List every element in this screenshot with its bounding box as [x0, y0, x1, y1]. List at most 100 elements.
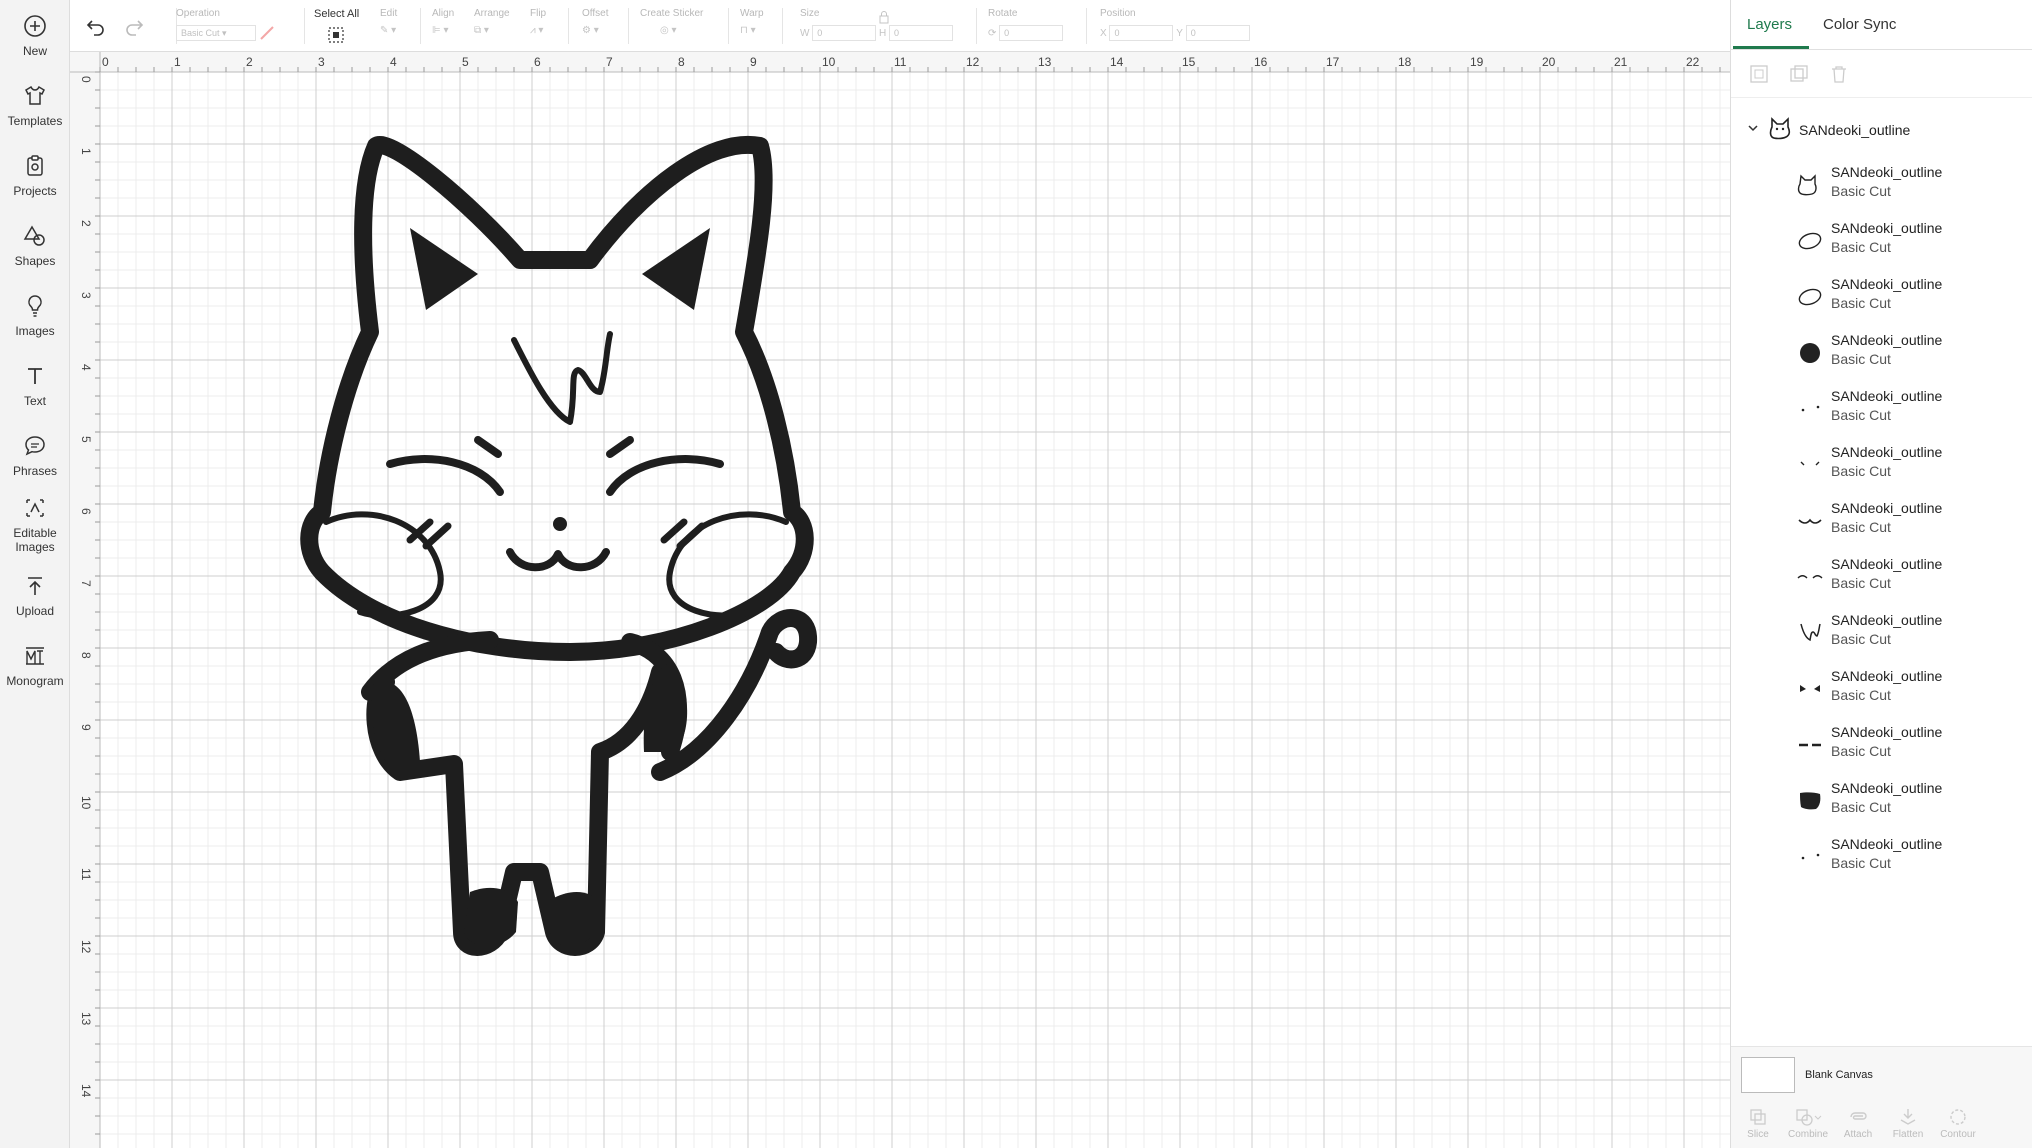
attach-button[interactable]: Attach: [1833, 1107, 1883, 1140]
layer-actions: [1731, 50, 2032, 98]
lock-icon[interactable]: [878, 10, 890, 24]
layer-row[interactable]: SANdeoki_outline Basic Cut: [1731, 438, 2032, 494]
sidebar-item-phrases[interactable]: Phrases: [0, 434, 70, 478]
sidebar-item-text[interactable]: Text: [0, 364, 70, 408]
arrange-icon: ⧉ ▾: [474, 25, 489, 36]
align-control[interactable]: Align ⊫ ▾: [432, 8, 454, 36]
cat-eye-right: [606, 455, 724, 496]
warp-control[interactable]: Warp ⊓ ▾: [740, 8, 764, 36]
size-h-value: 0: [894, 28, 900, 38]
pen-color-icon[interactable]: [259, 25, 277, 41]
sidebar-item-images[interactable]: Images: [0, 294, 70, 338]
group-name: SANdeoki_outline: [1799, 122, 1911, 138]
sidebar-item-label: Upload: [15, 604, 55, 618]
flatten-button[interactable]: Flatten: [1883, 1107, 1933, 1140]
layer-row[interactable]: SANdeoki_outline Basic Cut: [1731, 606, 2032, 662]
duplicate-icon[interactable]: [1789, 64, 1809, 84]
attach-icon: [1850, 1112, 1867, 1120]
bulb-icon: [28, 295, 42, 317]
sidebar-item-templates[interactable]: Templates: [0, 84, 70, 128]
slice-icon: [1750, 1109, 1766, 1125]
group-icon[interactable]: [1749, 64, 1769, 84]
select-all-icon: [328, 27, 344, 43]
toolbar-divider: [628, 8, 629, 44]
upload-icon: [28, 577, 42, 595]
contour-button[interactable]: Contour: [1933, 1107, 1983, 1140]
layer-row[interactable]: SANdeoki_outline Basic Cut: [1731, 494, 2032, 550]
sidebar-item-new[interactable]: New: [0, 14, 70, 58]
layer-row[interactable]: SANdeoki_outline Basic Cut: [1731, 774, 2032, 830]
layer-row[interactable]: SANdeoki_outline Basic Cut: [1731, 550, 2032, 606]
size-control[interactable]: Size W 0 H 0: [800, 8, 954, 41]
operation-select[interactable]: Basic Cut ▾: [176, 25, 256, 41]
cat-ear-inner-right: [642, 228, 710, 310]
cat-design[interactable]: [70, 52, 1730, 1148]
sidebar-item-projects[interactable]: Projects: [0, 154, 70, 198]
sidebar-item-monogram[interactable]: Monogram: [0, 644, 70, 688]
contour-label: Contour: [1940, 1129, 1976, 1140]
select-all-control[interactable]: Select All: [314, 8, 359, 47]
blank-canvas-label: Blank Canvas: [1805, 1069, 1873, 1081]
tab-color-sync[interactable]: Color Sync: [1823, 16, 1896, 33]
undo-icon[interactable]: [86, 18, 106, 36]
layer-name: SANdeoki_outline: [1831, 444, 1943, 460]
layer-row[interactable]: SANdeoki_outline Basic Cut: [1731, 326, 2032, 382]
clipboard-icon: [27, 155, 43, 176]
rotate-input[interactable]: 0: [999, 25, 1064, 41]
dots-icon: [1801, 853, 1820, 860]
layer-operation: Basic Cut: [1831, 855, 1891, 871]
layer-row[interactable]: SANdeoki_outline Basic Cut: [1731, 830, 2032, 886]
layer-name: SANdeoki_outline: [1831, 836, 1943, 852]
edit-control[interactable]: Edit ✎ ▾: [380, 8, 397, 36]
editable-image-icon: [26, 499, 44, 517]
layer-row[interactable]: SANdeoki_outline Basic Cut: [1731, 270, 2032, 326]
layer-row[interactable]: SANdeoki_outline Basic Cut: [1731, 158, 2032, 214]
size-h-label: H: [879, 28, 887, 39]
create-sticker-control[interactable]: Create Sticker ◎ ▾: [640, 8, 703, 36]
size-h-input[interactable]: 0: [889, 25, 954, 41]
sidebar-item-upload[interactable]: Upload: [0, 574, 70, 618]
bottom-panel: Blank Canvas Slice Combine Attach Flatte…: [1731, 1046, 2032, 1148]
create-sticker-label: Create Sticker: [640, 8, 704, 19]
tab-layers[interactable]: Layers: [1747, 16, 1792, 33]
layer-name: SANdeoki_outline: [1831, 724, 1943, 740]
design-canvas[interactable]: 0 1 2 3 4 5 6 7 8 9 10 11 12 13 14 15 16 17 18 19 20 21 22 0 1 2 3…: [70, 52, 1730, 1148]
combine-button[interactable]: Combine: [1783, 1107, 1833, 1140]
redo-icon[interactable]: [124, 18, 144, 36]
slice-button[interactable]: Slice: [1733, 1107, 1783, 1140]
size-w-input[interactable]: 0: [812, 25, 877, 41]
toolbar-divider: [782, 8, 783, 44]
layer-group[interactable]: SANdeoki_outline: [1731, 112, 2032, 148]
offset-control[interactable]: Offset ⚙ ▾: [582, 8, 609, 36]
layer-row[interactable]: SANdeoki_outline Basic Cut: [1731, 382, 2032, 438]
sidebar-item-label: Projects: [13, 184, 57, 198]
cat-brow-right: [606, 436, 634, 458]
pos-x-input[interactable]: 0: [1109, 25, 1174, 41]
cat-eye-left: [386, 455, 504, 496]
sidebar-item-editable-images[interactable]: Editable Images: [0, 496, 70, 554]
blank-canvas-thumbnail[interactable]: [1741, 1057, 1795, 1093]
sidebar-item-shapes[interactable]: Shapes: [0, 224, 70, 268]
operation-control[interactable]: Operation Basic Cut ▾: [176, 8, 277, 41]
flip-control[interactable]: Flip ⩘ ▾: [530, 8, 546, 36]
pos-y-input[interactable]: 0: [1185, 25, 1250, 41]
arrange-control[interactable]: Arrange ⧉ ▾: [474, 8, 510, 36]
mouth-icon: [1798, 518, 1822, 524]
position-control[interactable]: Position X 0 Y 0: [1100, 8, 1250, 41]
sidebar-item-label: Shapes: [14, 254, 56, 268]
chevron-down-icon[interactable]: [1747, 122, 1759, 134]
trash-icon[interactable]: [1829, 64, 1849, 84]
cat-brow-left: [474, 436, 502, 458]
edit-label: Edit: [380, 8, 398, 19]
layer-operation: Basic Cut: [1831, 687, 1891, 703]
flatten-label: Flatten: [1892, 1129, 1924, 1140]
cat-head-outline: [300, 135, 814, 661]
layer-row[interactable]: SANdeoki_outline Basic Cut: [1731, 214, 2032, 270]
layer-operation: Basic Cut: [1831, 631, 1891, 647]
layer-name: SANdeoki_outline: [1831, 780, 1943, 796]
rotate-control[interactable]: Rotate ⟳ 0: [988, 8, 1064, 41]
toolbar-divider: [728, 8, 729, 44]
layer-operation: Basic Cut: [1831, 463, 1891, 479]
layer-row[interactable]: SANdeoki_outline Basic Cut: [1731, 662, 2032, 718]
layer-row[interactable]: SANdeoki_outline Basic Cut: [1731, 718, 2032, 774]
